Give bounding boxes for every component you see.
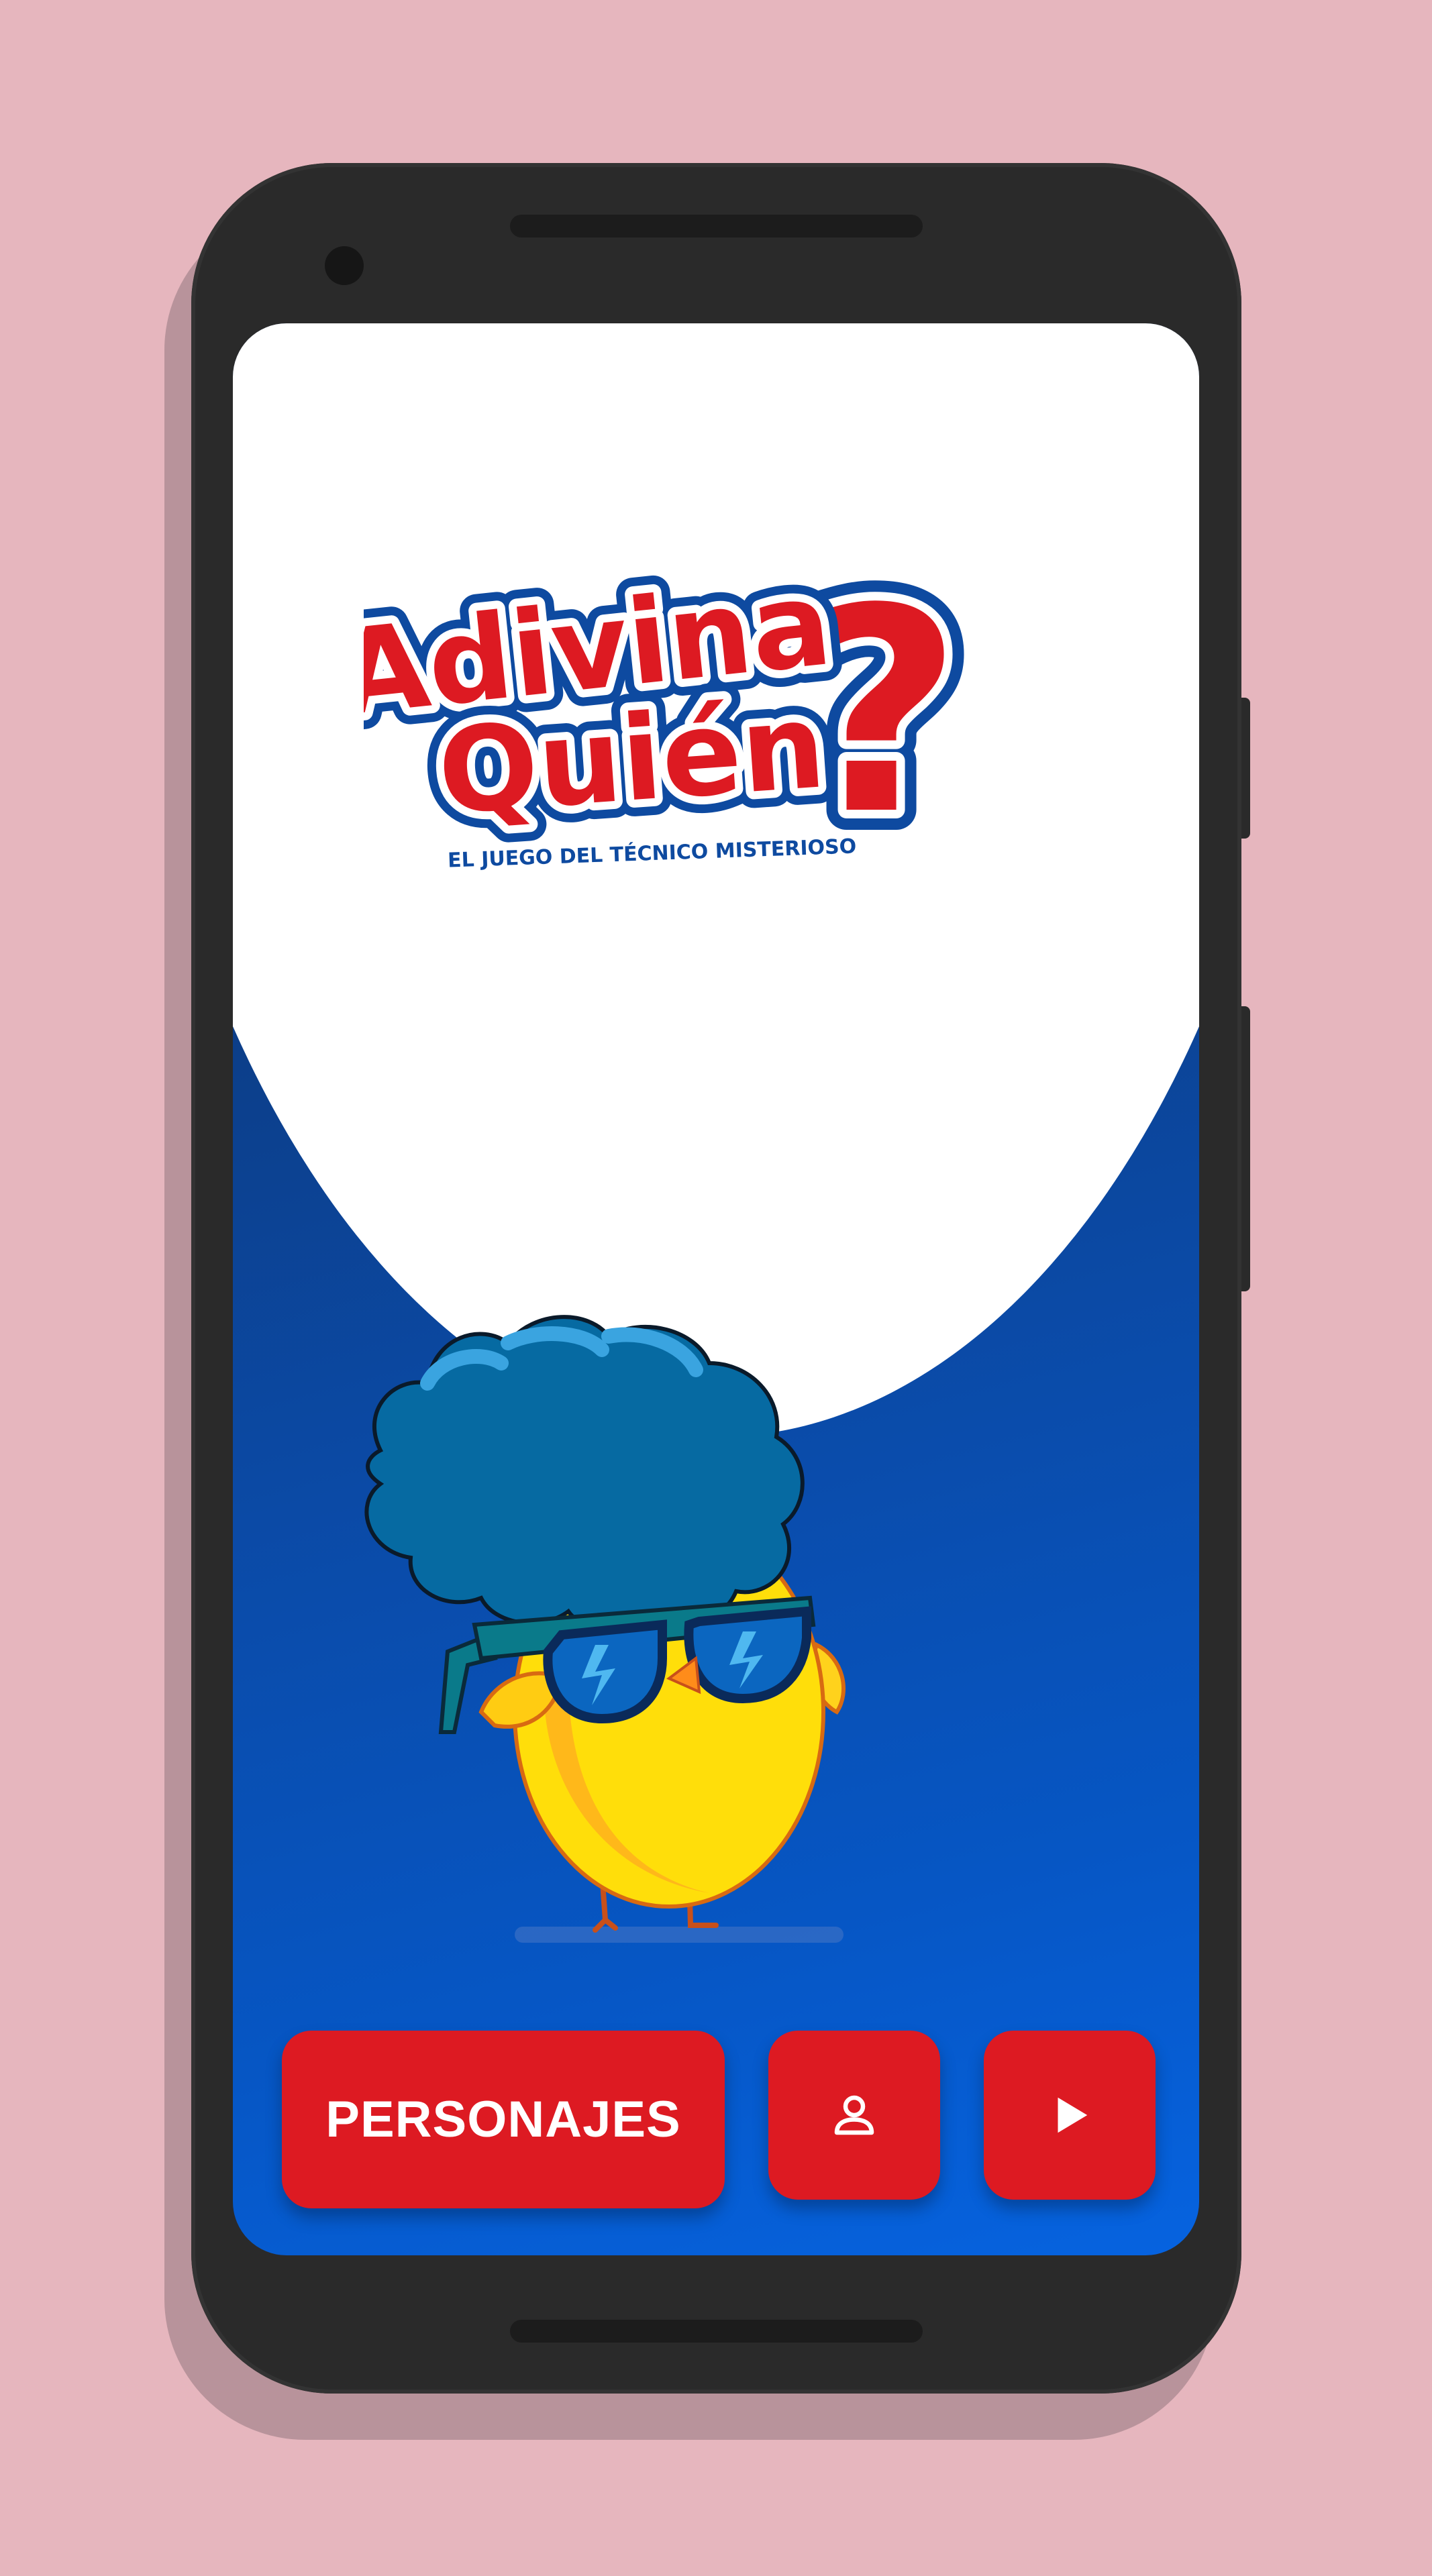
stage: ? ? ? Adivina Adivina Adivina Quién Quié…	[0, 0, 1432, 2576]
play-icon	[1058, 2097, 1088, 2133]
play-button[interactable]	[984, 2031, 1156, 2200]
game-logo: ? ? ? Adivina Adivina Adivina Quién Quié…	[364, 545, 982, 880]
bottom-speaker	[510, 2320, 923, 2343]
earpiece-speaker	[510, 215, 923, 237]
app-screen: ? ? ? Adivina Adivina Adivina Quién Quié…	[233, 323, 1199, 2255]
chick-mascot-illustration	[364, 1315, 846, 1943]
user-icon	[834, 2095, 874, 2135]
front-camera	[325, 246, 364, 285]
logo-tagline: EL JUEGO DEL TÉCNICO MISTERIOSO	[448, 834, 857, 872]
logo-line2: Quién	[434, 678, 829, 841]
profile-button[interactable]	[768, 2031, 940, 2200]
personajes-button[interactable]: PERSONAJES	[282, 2031, 725, 2208]
